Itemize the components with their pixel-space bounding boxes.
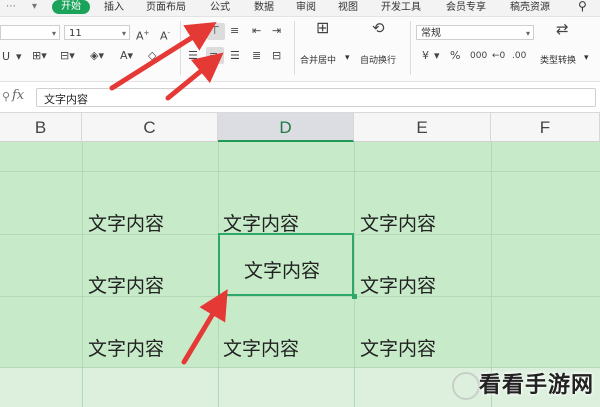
watermark-logo-icon (452, 372, 480, 400)
annotation-arrows (109, 22, 228, 365)
watermark-text: 看看手游网 (478, 373, 594, 398)
arrow-to-align-center (165, 52, 224, 101)
arrow-to-active-cell (181, 289, 228, 365)
